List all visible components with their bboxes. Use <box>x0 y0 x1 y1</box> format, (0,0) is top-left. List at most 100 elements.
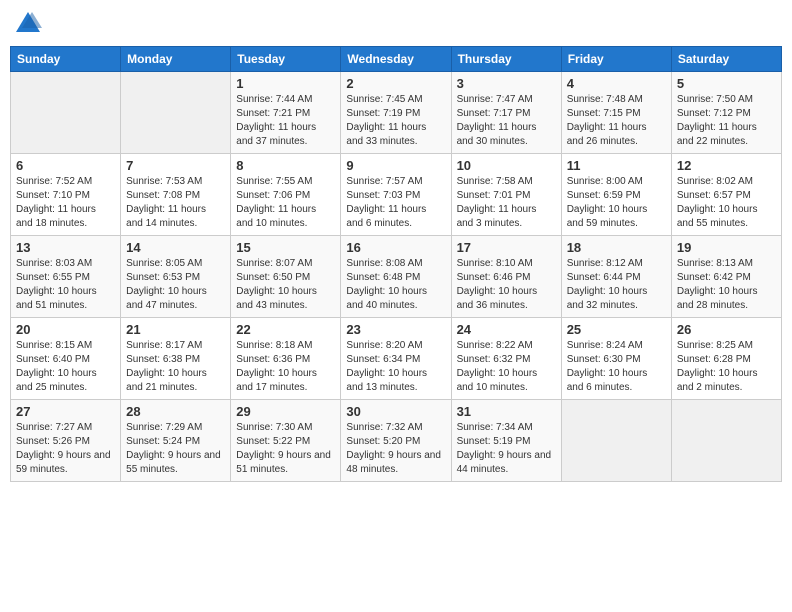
day-number: 8 <box>236 158 335 173</box>
calendar-cell: 24 Sunrise: 8:22 AMSunset: 6:32 PMDayligh… <box>451 318 561 400</box>
day-number: 15 <box>236 240 335 255</box>
column-header-tuesday: Tuesday <box>231 47 341 72</box>
day-number: 11 <box>567 158 666 173</box>
day-info: Sunrise: 8:25 AMSunset: 6:28 PMDaylight:… <box>677 339 776 395</box>
calendar-cell: 3 Sunrise: 7:47 AMSunset: 7:17 PMDaylight… <box>451 72 561 154</box>
day-number: 21 <box>126 322 225 337</box>
calendar-cell: 23 Sunrise: 8:20 AMSunset: 6:34 PMDayligh… <box>341 318 451 400</box>
day-info: Sunrise: 8:18 AMSunset: 6:36 PMDaylight:… <box>236 339 335 395</box>
day-info: Sunrise: 7:47 AMSunset: 7:17 PMDaylight:… <box>457 93 556 149</box>
day-number: 25 <box>567 322 666 337</box>
day-number: 12 <box>677 158 776 173</box>
day-info: Sunrise: 8:00 AMSunset: 6:59 PMDaylight:… <box>567 175 666 231</box>
day-number: 24 <box>457 322 556 337</box>
calendar-cell: 31 Sunrise: 7:34 AMSunset: 5:19 PMDayligh… <box>451 400 561 482</box>
calendar-cell: 17Sunrise: 8:10 AMSunset: 6:46 PMDayligh… <box>451 236 561 318</box>
day-number: 4 <box>567 76 666 91</box>
day-number: 31 <box>457 404 556 419</box>
day-number: 20 <box>16 322 115 337</box>
calendar-cell: 20 Sunrise: 8:15 AMSunset: 6:40 PMDayligh… <box>11 318 121 400</box>
day-info: Sunrise: 8:24 AMSunset: 6:30 PMDaylight:… <box>567 339 666 395</box>
column-header-friday: Friday <box>561 47 671 72</box>
day-info: Sunrise: 8:15 AMSunset: 6:40 PMDaylight:… <box>16 339 115 395</box>
calendar-cell <box>11 72 121 154</box>
calendar-cell: 14 Sunrise: 8:05 AMSunset: 6:53 PMDayligh… <box>121 236 231 318</box>
day-number: 19 <box>677 240 776 255</box>
day-number: 26 <box>677 322 776 337</box>
day-info: Sunrise: 8:13 AMSunset: 6:42 PMDaylight:… <box>677 257 776 313</box>
day-info: Sunrise: 7:53 AMSunset: 7:08 PMDaylight:… <box>126 175 225 231</box>
day-info: Sunrise: 7:58 AMSunset: 7:01 PMDaylight:… <box>457 175 556 231</box>
day-number: 17 <box>457 240 556 255</box>
day-number: 16 <box>346 240 445 255</box>
calendar-week-3: 13 Sunrise: 8:03 AMSunset: 6:55 PMDayligh… <box>11 236 782 318</box>
column-header-saturday: Saturday <box>671 47 781 72</box>
header-row: SundayMondayTuesdayWednesdayThursdayFrid… <box>11 47 782 72</box>
day-info: Sunrise: 7:45 AMSunset: 7:19 PMDaylight:… <box>346 93 445 149</box>
calendar-cell: 5 Sunrise: 7:50 AMSunset: 7:12 PMDaylight… <box>671 72 781 154</box>
day-info: Sunrise: 7:50 AMSunset: 7:12 PMDaylight:… <box>677 93 776 149</box>
day-info: Sunrise: 8:08 AMSunset: 6:48 PMDaylight:… <box>346 257 445 313</box>
day-number: 28 <box>126 404 225 419</box>
calendar-week-2: 6Sunrise: 7:52 AMSunset: 7:10 PMDaylight… <box>11 154 782 236</box>
day-number: 5 <box>677 76 776 91</box>
calendar-cell: 9Sunrise: 7:57 AMSunset: 7:03 PMDaylight… <box>341 154 451 236</box>
day-info: Sunrise: 7:29 AMSunset: 5:24 PMDaylight:… <box>126 421 225 477</box>
day-number: 29 <box>236 404 335 419</box>
day-info: Sunrise: 7:34 AMSunset: 5:19 PMDaylight:… <box>457 421 556 477</box>
calendar-cell: 2 Sunrise: 7:45 AMSunset: 7:19 PMDaylight… <box>341 72 451 154</box>
calendar-cell: 15Sunrise: 8:07 AMSunset: 6:50 PMDayligh… <box>231 236 341 318</box>
day-number: 1 <box>236 76 335 91</box>
calendar-cell: 26 Sunrise: 8:25 AMSunset: 6:28 PMDayligh… <box>671 318 781 400</box>
column-header-sunday: Sunday <box>11 47 121 72</box>
calendar-cell: 1 Sunrise: 7:44 AMSunset: 7:21 PMDaylight… <box>231 72 341 154</box>
column-header-monday: Monday <box>121 47 231 72</box>
calendar-cell: 27Sunrise: 7:27 AMSunset: 5:26 PMDayligh… <box>11 400 121 482</box>
calendar-week-5: 27Sunrise: 7:27 AMSunset: 5:26 PMDayligh… <box>11 400 782 482</box>
day-info: Sunrise: 8:22 AMSunset: 6:32 PMDaylight:… <box>457 339 556 395</box>
day-info: Sunrise: 8:20 AMSunset: 6:34 PMDaylight:… <box>346 339 445 395</box>
column-header-wednesday: Wednesday <box>341 47 451 72</box>
day-number: 22 <box>236 322 335 337</box>
calendar-cell: 10Sunrise: 7:58 AMSunset: 7:01 PMDayligh… <box>451 154 561 236</box>
day-info: Sunrise: 8:03 AMSunset: 6:55 PMDaylight:… <box>16 257 115 313</box>
day-info: Sunrise: 7:27 AMSunset: 5:26 PMDaylight:… <box>16 421 115 477</box>
calendar-cell: 8 Sunrise: 7:55 AMSunset: 7:06 PMDaylight… <box>231 154 341 236</box>
day-number: 14 <box>126 240 225 255</box>
day-info: Sunrise: 7:44 AMSunset: 7:21 PMDaylight:… <box>236 93 335 149</box>
day-info: Sunrise: 8:17 AMSunset: 6:38 PMDaylight:… <box>126 339 225 395</box>
calendar-cell: 19 Sunrise: 8:13 AMSunset: 6:42 PMDayligh… <box>671 236 781 318</box>
calendar-cell <box>561 400 671 482</box>
day-info: Sunrise: 7:30 AMSunset: 5:22 PMDaylight:… <box>236 421 335 477</box>
calendar-cell: 18Sunrise: 8:12 AMSunset: 6:44 PMDayligh… <box>561 236 671 318</box>
day-number: 2 <box>346 76 445 91</box>
calendar-cell: 12 Sunrise: 8:02 AMSunset: 6:57 PMDayligh… <box>671 154 781 236</box>
day-info: Sunrise: 7:52 AMSunset: 7:10 PMDaylight:… <box>16 175 115 231</box>
day-number: 30 <box>346 404 445 419</box>
day-info: Sunrise: 8:05 AMSunset: 6:53 PMDaylight:… <box>126 257 225 313</box>
day-number: 3 <box>457 76 556 91</box>
day-info: Sunrise: 8:02 AMSunset: 6:57 PMDaylight:… <box>677 175 776 231</box>
logo-icon <box>14 10 42 38</box>
day-info: Sunrise: 8:12 AMSunset: 6:44 PMDaylight:… <box>567 257 666 313</box>
day-number: 9 <box>346 158 445 173</box>
logo <box>14 10 46 38</box>
page-header <box>10 10 782 38</box>
column-header-thursday: Thursday <box>451 47 561 72</box>
day-number: 23 <box>346 322 445 337</box>
calendar-cell: 29 Sunrise: 7:30 AMSunset: 5:22 PMDayligh… <box>231 400 341 482</box>
day-number: 7 <box>126 158 225 173</box>
calendar-cell: 28 Sunrise: 7:29 AMSunset: 5:24 PMDayligh… <box>121 400 231 482</box>
day-info: Sunrise: 7:55 AMSunset: 7:06 PMDaylight:… <box>236 175 335 231</box>
calendar-week-4: 20 Sunrise: 8:15 AMSunset: 6:40 PMDayligh… <box>11 318 782 400</box>
day-info: Sunrise: 7:32 AMSunset: 5:20 PMDaylight:… <box>346 421 445 477</box>
calendar-cell: 30 Sunrise: 7:32 AMSunset: 5:20 PMDayligh… <box>341 400 451 482</box>
calendar-header: SundayMondayTuesdayWednesdayThursdayFrid… <box>11 47 782 72</box>
day-info: Sunrise: 7:48 AMSunset: 7:15 PMDaylight:… <box>567 93 666 149</box>
calendar-cell: 21 Sunrise: 8:17 AMSunset: 6:38 PMDayligh… <box>121 318 231 400</box>
day-number: 13 <box>16 240 115 255</box>
calendar-cell: 13 Sunrise: 8:03 AMSunset: 6:55 PMDayligh… <box>11 236 121 318</box>
calendar-cell: 25 Sunrise: 8:24 AMSunset: 6:30 PMDayligh… <box>561 318 671 400</box>
calendar-cell <box>671 400 781 482</box>
calendar-table: SundayMondayTuesdayWednesdayThursdayFrid… <box>10 46 782 482</box>
